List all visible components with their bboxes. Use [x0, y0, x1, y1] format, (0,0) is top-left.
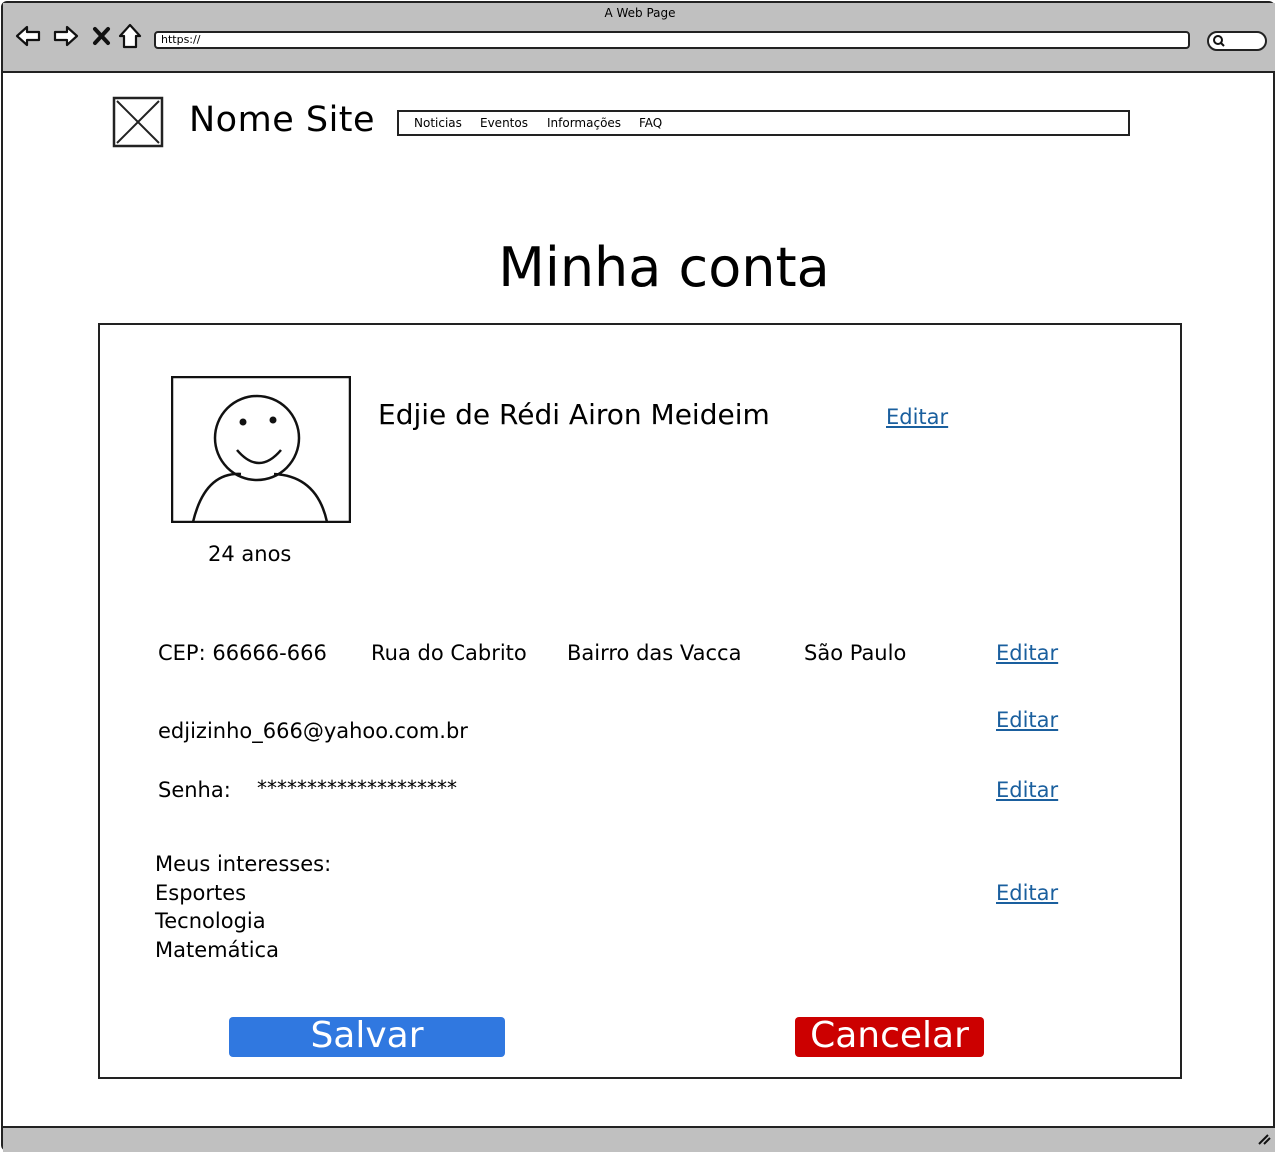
address-cep: CEP: 66666-666 [158, 641, 327, 665]
user-avatar-icon [171, 376, 351, 523]
save-button[interactable]: Salvar [229, 1017, 505, 1057]
home-icon[interactable] [116, 22, 144, 50]
password-label: Senha: [158, 778, 231, 802]
status-bar [3, 1126, 1275, 1152]
window-title: A Web Page [604, 6, 676, 20]
profile-age: 24 anos [208, 542, 292, 566]
address-street: Rua do Cabrito [371, 641, 527, 665]
close-icon[interactable] [88, 22, 116, 50]
menu-item-noticias[interactable]: Noticias [414, 116, 462, 130]
interests-heading: Meus interesses: [155, 852, 332, 876]
address-district: Bairro das Vacca [567, 641, 742, 665]
top-menu: Noticias Eventos Informações FAQ [397, 110, 1130, 136]
password-value: ******************** [257, 776, 457, 800]
page-title: Minha conta [498, 236, 830, 299]
search-icon [1213, 35, 1225, 47]
edit-profile-link[interactable]: Editar [886, 405, 948, 429]
menu-item-informacoes[interactable]: Informações [547, 116, 621, 130]
browser-search-field[interactable] [1207, 31, 1267, 51]
edit-interests-link[interactable]: Editar [996, 881, 1058, 905]
forward-icon[interactable] [52, 22, 80, 50]
cancel-button[interactable]: Cancelar [795, 1017, 984, 1057]
interest-item: Esportes [155, 881, 247, 905]
address-city: São Paulo [804, 641, 907, 665]
edit-email-link[interactable]: Editar [996, 708, 1058, 732]
edit-address-link[interactable]: Editar [996, 641, 1058, 665]
back-icon[interactable] [14, 22, 42, 50]
profile-name: Edjie de Rédi Airon Meideim [378, 398, 770, 431]
menu-item-faq[interactable]: FAQ [639, 116, 662, 130]
interest-item: Matemática [155, 938, 279, 962]
menu-item-eventos[interactable]: Eventos [480, 116, 528, 130]
image-placeholder-icon [112, 96, 164, 148]
url-bar[interactable]: https:// [154, 31, 1190, 49]
email-value: edjizinho_666@yahoo.com.br [158, 719, 468, 743]
interest-item: Tecnologia [155, 909, 266, 933]
site-name: Nome Site [189, 100, 376, 140]
resize-grip-icon[interactable] [1256, 1132, 1272, 1146]
edit-password-link[interactable]: Editar [996, 778, 1058, 802]
